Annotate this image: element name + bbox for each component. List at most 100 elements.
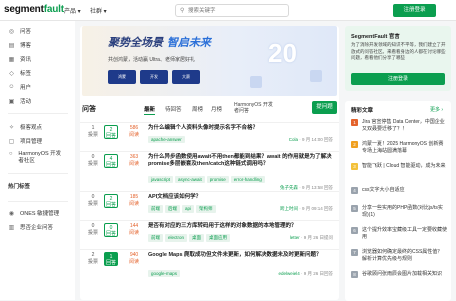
- article-item[interactable]: 2 鸿蒙一夏！2025 HarmonyOS 创新赛专场上海站圆满落幕: [351, 141, 447, 154]
- question-user[interactable]: 跨上时间: [280, 206, 298, 211]
- sidebar-item-harmony[interactable]: ○ HarmonyOS 开发者社区: [8, 151, 64, 164]
- sidebar: ◎ 问答 ▤ 博客 ▦ 资讯 ◇ 标签 ☺ 用户 ▣ 活动 ✧ 极客观点 ▢ 项目管理 ○ Har…: [0, 21, 75, 300]
- question-user[interactable]: edelweiel4: [278, 271, 299, 276]
- question-user[interactable]: letter: [290, 235, 300, 240]
- article-title: 分享一些实用的PHP函数(对比js/ts实现)(1): [362, 205, 443, 218]
- sidebar-item-enterprise[interactable]: ▥ 思否企业问答: [8, 223, 54, 232]
- sidebar-item-label: 标签: [20, 71, 32, 77]
- sidebar-item-news[interactable]: ▦ 资讯: [8, 55, 32, 64]
- vote-number: 0: [91, 194, 95, 200]
- divider: [8, 113, 68, 114]
- banner-title: 聚势全场景 智启未来: [108, 34, 211, 50]
- vote-number: 0: [91, 223, 95, 229]
- promo-register-button[interactable]: 注册登录: [351, 73, 445, 85]
- tab-monthly[interactable]: 月榜: [211, 105, 222, 113]
- tag-chip[interactable]: electron: [165, 234, 188, 242]
- view-label: 阅读: [128, 259, 139, 265]
- answer-label: 回答: [105, 231, 116, 237]
- articles-more-link[interactable]: 更多 ›: [430, 106, 443, 113]
- article-item[interactable]: 6 这个提升效率宝藏级工具一定要收藏使用: [351, 227, 447, 240]
- nav-community[interactable]: 社群 ▾: [90, 6, 107, 15]
- vote-count: 0 投票: [84, 223, 102, 237]
- article-item[interactable]: 3 智能飞跃 | Cloud 智能驱动，成为未来: [351, 163, 447, 170]
- answer-count: 2 回答: [104, 194, 118, 208]
- question-title[interactable]: Google Maps 爬取成功但文件未更新，如何解决数据未及时更新问题？: [148, 252, 338, 259]
- article-item[interactable]: 4 css文字大小自适应: [351, 187, 447, 194]
- tab-latest[interactable]: 最新: [144, 105, 156, 115]
- tag-chip[interactable]: google-maps: [148, 270, 181, 277]
- sidebar-item-label: 思否企业问答: [20, 225, 54, 231]
- question-title[interactable]: 为什么编辑个人资料头像时提示名字不合格？: [148, 125, 338, 132]
- nav-products[interactable]: 产品 ▾: [64, 6, 81, 15]
- sidebar-item-blogs[interactable]: ▤ 博客: [8, 41, 31, 50]
- sidebar-item-geek-views[interactable]: ✧ 极客观点: [8, 123, 42, 132]
- sidebar-item-activities[interactable]: ▣ 活动: [8, 97, 31, 106]
- tag-chip[interactable]: 前端: [148, 234, 163, 242]
- question-user[interactable]: 兔子先森: [280, 185, 298, 190]
- sidebar-item-questions[interactable]: ◎ 问答: [8, 27, 32, 36]
- rank-badge: 2: [351, 141, 358, 148]
- tag-chip[interactable]: async-await: [175, 176, 205, 183]
- sidebar-item-label: ONES 敏捷管理: [20, 211, 60, 217]
- logo-accent: fault: [43, 4, 64, 15]
- question-user[interactable]: Cola: [289, 137, 298, 142]
- sidebar-item-tags[interactable]: ◇ 标签: [8, 69, 32, 78]
- search-box[interactable]: ⚲: [175, 4, 289, 17]
- tag-chip[interactable]: 桌面: [189, 234, 205, 242]
- answer-count: 2 回答: [104, 125, 118, 139]
- tag-chip[interactable]: apache-answer: [148, 136, 185, 143]
- hot-tags-heading[interactable]: 热门标签: [8, 182, 30, 190]
- article-item[interactable]: 1 Jira 官宣停售 Data Center，中国企业又双叒要迁移了？！: [351, 119, 447, 132]
- article-item[interactable]: 7 浏览器如何确定最终的CSS属性值？解析计算优先级与规则: [351, 249, 447, 262]
- tag-chip[interactable]: javascript: [148, 176, 174, 183]
- banner-cube-decoration: [310, 70, 322, 82]
- question-title[interactable]: 为什么异步函数使用await不用then都能到结果？await 的作用就是为了解…: [148, 154, 338, 168]
- question-row[interactable]: 2 投票 1 回答 940 阅读 Google Maps 爬取成功但文件未更新，如何解…: [80, 249, 339, 289]
- articles-card: 精彩文章 更多 › 1 Jira 官宣停售 Data Center，中国企业又双叒…: [345, 101, 451, 301]
- tab-harmony[interactable]: HarmonyOS 开发者问答: [234, 102, 274, 114]
- sidebar-item-project[interactable]: ▢ 项目管理: [8, 137, 42, 146]
- bulb-icon: ✧: [8, 124, 15, 131]
- ask-question-button[interactable]: 提问题: [312, 101, 337, 114]
- tag-chip[interactable]: promise: [206, 176, 229, 183]
- tag-chip[interactable]: 后端: [165, 205, 180, 213]
- tag-chip[interactable]: 前端: [148, 205, 163, 213]
- question-row[interactable]: 1 投票 2 回答 586 阅读 为什么编辑个人资料头像时提示名字不合格？ apach…: [80, 122, 339, 151]
- tag-chip[interactable]: api: [182, 205, 195, 213]
- question-row[interactable]: 0 投票 0 回答 144 阅读 是否有对应的三方库转码用于这样的对象数据的本地管理的…: [80, 220, 339, 249]
- tag-chip[interactable]: error-handling: [230, 176, 265, 183]
- promo-title: SegmentFault 官言: [351, 34, 400, 40]
- view-count: 586 阅读: [125, 125, 143, 139]
- tag-chip[interactable]: 架构师: [196, 205, 216, 213]
- question-row[interactable]: 0 投票 2 回答 185 阅读 API文档应该如何学？ 前端 后端 api 架构师 …: [80, 191, 339, 220]
- article-title: 这个提升效率宝藏级工具一定要收藏使用: [362, 227, 448, 240]
- tab-unanswered[interactable]: 待回答: [165, 105, 182, 113]
- tag-chip[interactable]: 桌面应用: [206, 234, 231, 242]
- harmony-banner[interactable]: 聚势全场景 智启未来 共创鸿蒙，活动赢 Ultra、老师家居好礼 鸿蒙 开发 大…: [82, 26, 337, 96]
- logo-main: segment: [4, 4, 44, 15]
- question-title[interactable]: API文档应该如何学？: [148, 194, 338, 201]
- question-title[interactable]: 是否有对应的三方库转码用于这样的对象数据的本地管理的？: [148, 223, 338, 230]
- register-button[interactable]: 注册登录: [393, 4, 436, 17]
- vote-count: 0 投票: [84, 154, 102, 168]
- sidebar-item-users[interactable]: ☺ 用户: [8, 83, 31, 91]
- sidebar-item-label: 资讯: [20, 57, 32, 63]
- article-title: 谷歌顾问张雨辰会图片加载相关知识: [362, 271, 443, 277]
- question-meta: 跨上时间 · 9 月 09:14 回答: [280, 206, 333, 212]
- question-row[interactable]: 0 投票 4 回答 363 阅读 为什么异步函数使用await不用then都能到结果？…: [80, 151, 339, 191]
- search-input[interactable]: [188, 6, 286, 16]
- rank-badge: 4: [351, 187, 358, 194]
- sidebar-item-ones[interactable]: ◉ ONES 敏捷管理: [8, 209, 60, 218]
- answer-label: 回答: [105, 202, 116, 208]
- article-item[interactable]: 5 分享一些实用的PHP函数(对比js/ts实现)(1): [351, 205, 447, 218]
- article-title: 鸿蒙一夏！2025 HarmonyOS 创新赛专场上海站圆满落幕: [362, 141, 444, 154]
- tab-weekly[interactable]: 周榜: [192, 105, 203, 113]
- article-item[interactable]: 8 谷歌顾问张雨辰会图片加载相关知识: [351, 271, 447, 278]
- question-icon: ◎: [8, 28, 15, 35]
- view-number: 144: [129, 223, 139, 229]
- question-time: · 9 月 09:14 回答: [299, 206, 333, 211]
- sidebar-item-label: 问答: [20, 29, 32, 35]
- logo[interactable]: segmentfault: [4, 4, 64, 15]
- vote-label: 投票: [87, 132, 98, 138]
- divider: [8, 173, 68, 174]
